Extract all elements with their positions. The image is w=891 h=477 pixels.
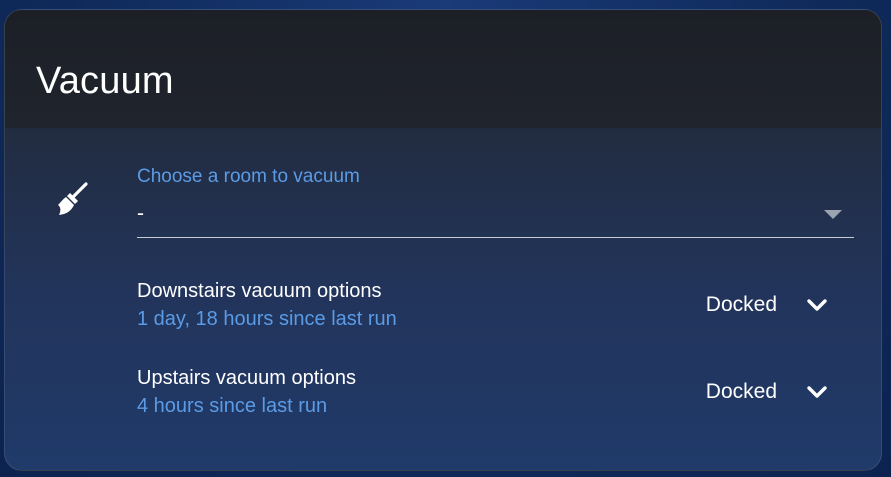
- room-select-label: Choose a room to vacuum: [137, 166, 360, 187]
- broom-icon: [58, 182, 88, 215]
- dashboard-background: Vacuum Choose a room to vacuum - Downsta…: [0, 0, 891, 477]
- downstairs-vacuum-state: Docked: [705, 293, 777, 316]
- upstairs-vacuum-row[interactable]: Upstairs vacuum options 4 hours since la…: [137, 367, 854, 427]
- upstairs-vacuum-state: Docked: [705, 380, 777, 403]
- room-select-underline: [137, 237, 854, 238]
- dropdown-caret-icon[interactable]: [824, 210, 842, 219]
- chevron-down-icon[interactable]: [802, 290, 832, 320]
- downstairs-vacuum-name: Downstairs vacuum options: [137, 280, 382, 302]
- downstairs-vacuum-row[interactable]: Downstairs vacuum options 1 day, 18 hour…: [137, 280, 854, 340]
- room-select[interactable]: Choose a room to vacuum -: [137, 160, 854, 238]
- vacuum-card: Vacuum Choose a room to vacuum - Downsta…: [4, 9, 882, 471]
- upstairs-vacuum-name: Upstairs vacuum options: [137, 367, 356, 389]
- upstairs-vacuum-last-run: 4 hours since last run: [137, 395, 328, 417]
- room-select-value[interactable]: -: [137, 202, 144, 226]
- card-title: Vacuum: [36, 60, 174, 102]
- downstairs-vacuum-last-run: 1 day, 18 hours since last run: [137, 308, 397, 330]
- chevron-down-icon[interactable]: [802, 377, 832, 407]
